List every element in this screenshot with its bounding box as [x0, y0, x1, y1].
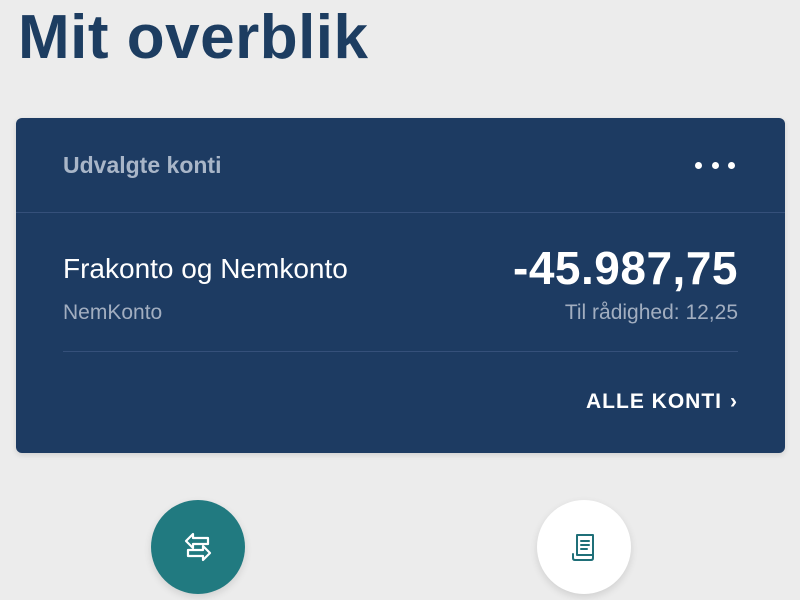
transfer-arrows-icon	[184, 532, 212, 562]
account-row[interactable]: Frakonto og Nemkonto NemKonto -45.987,75…	[63, 213, 738, 352]
receipt-button[interactable]	[537, 500, 631, 594]
chevron-right-icon: ›	[730, 390, 738, 413]
card-title: Udvalgte konti	[63, 152, 222, 178]
card-header: Udvalgte konti	[16, 118, 785, 213]
transfer-button[interactable]	[151, 500, 245, 594]
page-title: Mit overblik	[18, 3, 369, 72]
more-horizontal-icon-dot	[711, 161, 719, 169]
account-type: NemKonto	[63, 301, 163, 324]
all-accounts-link[interactable]: ALLE KONTI ›	[586, 390, 738, 414]
more-horizontal-icon-dot	[728, 161, 735, 169]
receipt-icon	[572, 534, 594, 561]
more-options-button[interactable]	[695, 154, 735, 176]
all-accounts-label: ALLE KONTI	[586, 390, 722, 413]
more-horizontal-icon	[695, 161, 702, 169]
account-available: Til rådighed: 12,25	[564, 301, 738, 324]
account-balance: -45.987,75	[513, 242, 738, 294]
selected-accounts-card: Udvalgte konti Frakonto og Nemkonto NemK…	[16, 118, 785, 453]
account-name: Frakonto og Nemkonto	[63, 253, 348, 284]
